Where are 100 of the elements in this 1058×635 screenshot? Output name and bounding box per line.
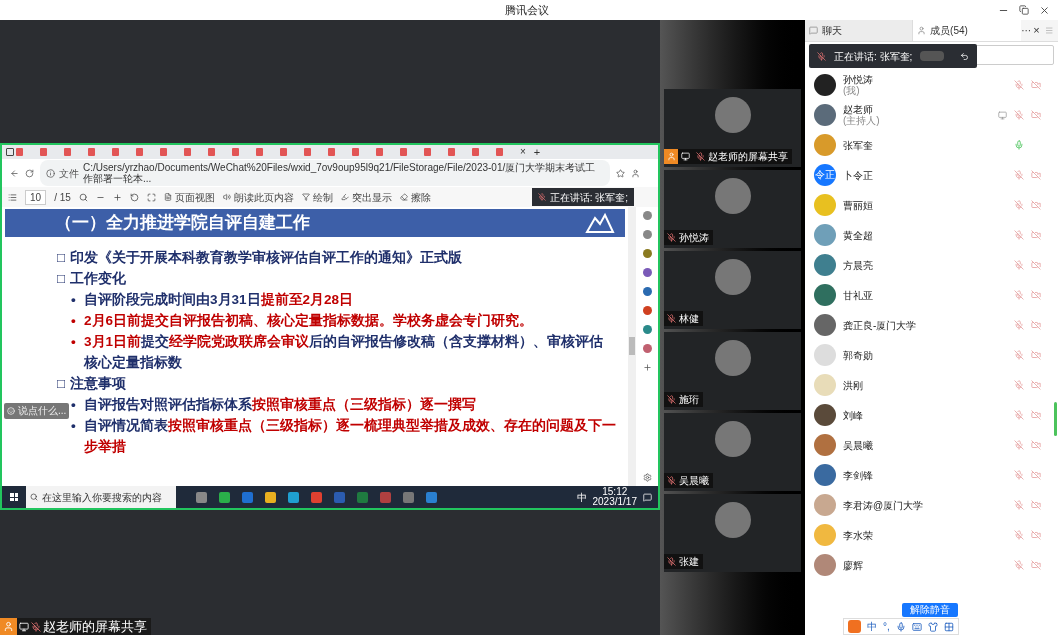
member-row[interactable]: 龚正良-厦门大学 (814, 314, 1049, 336)
member-row[interactable]: 方晨亮 (814, 254, 1049, 276)
mic-off-icon[interactable] (1014, 110, 1024, 120)
close-icon[interactable] (1039, 4, 1050, 16)
member-row[interactable]: 吴晨曦 (814, 434, 1049, 456)
video-tile[interactable]: 赵老师的屏幕共享 (664, 89, 801, 167)
back-icon[interactable] (10, 168, 19, 178)
member-row[interactable]: 赵老师 (主持人) (814, 104, 1049, 126)
mic-off-icon[interactable] (1014, 80, 1024, 90)
camera-off-icon[interactable] (1031, 410, 1041, 420)
member-row[interactable]: 郭奇勋 (814, 344, 1049, 366)
mic-off-icon[interactable] (1014, 290, 1024, 300)
search-icon[interactable] (78, 192, 88, 202)
add-icon[interactable] (642, 363, 652, 372)
page-field[interactable]: 10 (25, 189, 47, 205)
mic-off-icon[interactable] (1014, 410, 1024, 420)
chat-input[interactable]: 说点什么... (4, 403, 70, 419)
member-row[interactable]: 洪刚 (814, 374, 1049, 396)
notification-icon[interactable] (643, 492, 652, 502)
taskbar-app-icon[interactable] (196, 491, 207, 503)
toolbox-icon[interactable] (943, 621, 954, 632)
settings-icon[interactable] (642, 473, 652, 482)
mic-off-icon[interactable] (1014, 170, 1024, 180)
camera-off-icon[interactable] (1031, 440, 1041, 450)
contents-icon[interactable] (8, 192, 17, 202)
toolbar-button[interactable]: 突出显示 (340, 189, 392, 205)
camera-off-icon[interactable] (1031, 110, 1041, 120)
camera-off-icon[interactable] (1031, 80, 1041, 90)
address-bar[interactable]: 文件 C:/Users/yrzhao/Documents/WeChat%20Files/wxid_7ov9oup95l9q21/FileStorage/File/2023-01/厦门大学期末考试工作部署一轮本... (40, 160, 610, 186)
video-tile[interactable]: 孙悦涛 (664, 170, 801, 248)
member-row[interactable]: 甘礼亚 (814, 284, 1049, 306)
ime-punctuation[interactable]: °, (883, 619, 890, 634)
panel-tab[interactable]: 成员(54) (913, 20, 1022, 41)
member-row[interactable]: 张军奎 (814, 134, 1049, 156)
ime-indicator[interactable]: 中 (576, 489, 587, 505)
camera-off-icon[interactable] (1031, 560, 1041, 570)
camera-off-icon[interactable] (1031, 230, 1041, 240)
camera-off-icon[interactable] (1031, 320, 1041, 330)
video-tile[interactable]: 林健 (664, 251, 801, 329)
taskbar-app-icon[interactable] (403, 491, 414, 503)
fit-icon[interactable] (146, 192, 156, 202)
taskbar-app-icon[interactable] (426, 491, 437, 503)
camera-off-icon[interactable] (1031, 290, 1041, 300)
more-button[interactable]: ··· (1021, 20, 1032, 41)
mic-off-icon[interactable] (1014, 260, 1024, 270)
mic-off-icon[interactable] (1014, 560, 1024, 570)
mic-off-icon[interactable] (1014, 470, 1024, 480)
panel-tab[interactable]: 聊天 (805, 20, 914, 41)
mic-off-icon[interactable] (1014, 350, 1024, 360)
ime-language[interactable]: 中 (867, 619, 877, 634)
member-row[interactable]: 廖辉 (814, 554, 1049, 576)
reload-icon[interactable] (25, 168, 34, 178)
reply-icon[interactable] (960, 51, 969, 61)
close-button[interactable]: × (1033, 20, 1040, 41)
toolbar-button[interactable]: 朗读此页内容 (222, 189, 294, 205)
new-tab-button[interactable]: + (533, 146, 541, 158)
member-row[interactable]: 李水荣 (814, 524, 1049, 546)
camera-off-icon[interactable] (1031, 350, 1041, 360)
camera-off-icon[interactable] (1031, 260, 1041, 270)
member-row[interactable]: 令正 卜令正 (814, 164, 1049, 186)
taskbar-app-icon[interactable] (265, 491, 276, 503)
tab-close[interactable]: × (520, 147, 526, 157)
start-icon[interactable] (10, 493, 18, 501)
video-tile[interactable]: 施珩 (664, 332, 801, 410)
camera-off-icon[interactable] (1031, 380, 1041, 390)
taskbar-app-icon[interactable] (288, 491, 299, 503)
member-row[interactable]: 曹丽姮 (814, 194, 1049, 216)
mic-off-icon[interactable] (1014, 320, 1024, 330)
voice-icon[interactable] (895, 621, 906, 632)
unmute-button[interactable]: 解除静音 (902, 603, 958, 617)
rotate-icon[interactable] (129, 192, 139, 202)
member-row[interactable]: 刘峰 (814, 404, 1049, 426)
keyboard-icon[interactable] (911, 621, 922, 632)
member-row[interactable]: 李君涛@厦门大学 (814, 494, 1049, 516)
toolbar-button[interactable]: 擦除 (399, 189, 431, 205)
video-tile[interactable]: 张建 (664, 494, 801, 572)
member-row[interactable]: 李剑锋 (814, 464, 1049, 486)
mic-off-icon[interactable] (1014, 200, 1024, 210)
member-row[interactable]: 黄全超 (814, 224, 1049, 246)
favorite-icon[interactable] (616, 168, 625, 178)
camera-off-icon[interactable] (1031, 470, 1041, 480)
menu-icon[interactable] (1044, 26, 1053, 35)
mic-icon[interactable] (1014, 140, 1024, 150)
profile-icon[interactable] (631, 168, 640, 178)
skin-icon[interactable] (927, 621, 938, 632)
video-tile[interactable]: 吴晨曦 (664, 413, 801, 491)
mic-off-icon[interactable] (1014, 380, 1024, 390)
restore-icon[interactable] (1019, 5, 1029, 15)
taskbar-search[interactable]: 在这里输入你要搜索的内容 (26, 486, 176, 508)
zoom-in-icon[interactable] (112, 192, 122, 202)
toolbar-button[interactable]: 绘制 (301, 189, 333, 205)
taskbar-app-icon[interactable] (311, 491, 322, 503)
member-row[interactable]: 孙悦涛 (我) (814, 74, 1049, 96)
mic-off-icon[interactable] (1014, 230, 1024, 240)
mic-off-icon[interactable] (1014, 500, 1024, 510)
toolbar-button[interactable]: 页面视图 (163, 189, 215, 205)
mic-off-icon[interactable] (1014, 440, 1024, 450)
camera-off-icon[interactable] (1031, 530, 1041, 540)
taskbar-app-icon[interactable] (219, 491, 230, 503)
camera-off-icon[interactable] (1031, 170, 1041, 180)
